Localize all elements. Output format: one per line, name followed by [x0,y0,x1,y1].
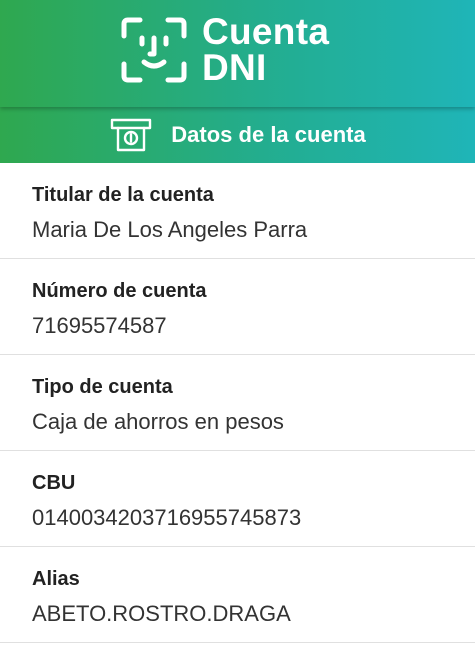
logo-text: Cuenta DNI [202,11,330,88]
cbu-label: CBU [32,472,76,494]
cbu-row: CBU 0140034203716955745873 [0,451,475,547]
account-type-row: Tipo de cuenta Caja de ahorros en pesos [0,355,475,451]
account-number-value: 71695574587 [32,313,167,338]
logo-line-cuenta: Cuenta [202,11,330,52]
alias-row: Alias ABETO.ROSTRO.DRAGA [0,547,475,643]
cbu-value: 0140034203716955745873 [32,505,302,530]
app-header: Cuenta DNI [0,0,475,107]
alias-label: Alias [32,568,80,590]
cuenta-dni-logo: Cuenta DNI [120,11,330,88]
account-number-label: Número de cuenta [32,280,207,302]
section-title: Datos de la cuenta [171,122,366,147]
account-number-row: Número de cuenta 71695574587 [0,259,475,355]
account-holder-label: Titular de la cuenta [32,184,214,206]
account-type-label: Tipo de cuenta [32,376,173,398]
account-holder-value: Maria De Los Angeles Parra [32,217,308,242]
account-type-value: Caja de ahorros en pesos [32,409,284,434]
alias-value: ABETO.ROSTRO.DRAGA [32,601,291,626]
logo-line-dni: DNI [202,47,267,88]
section-header: Datos de la cuenta [0,107,475,163]
face-id-icon [121,17,187,83]
account-holder-row: Titular de la cuenta Maria De Los Angele… [0,163,475,259]
account-details-list: Titular de la cuenta Maria De Los Angele… [0,163,475,643]
atm-money-icon [111,118,152,152]
